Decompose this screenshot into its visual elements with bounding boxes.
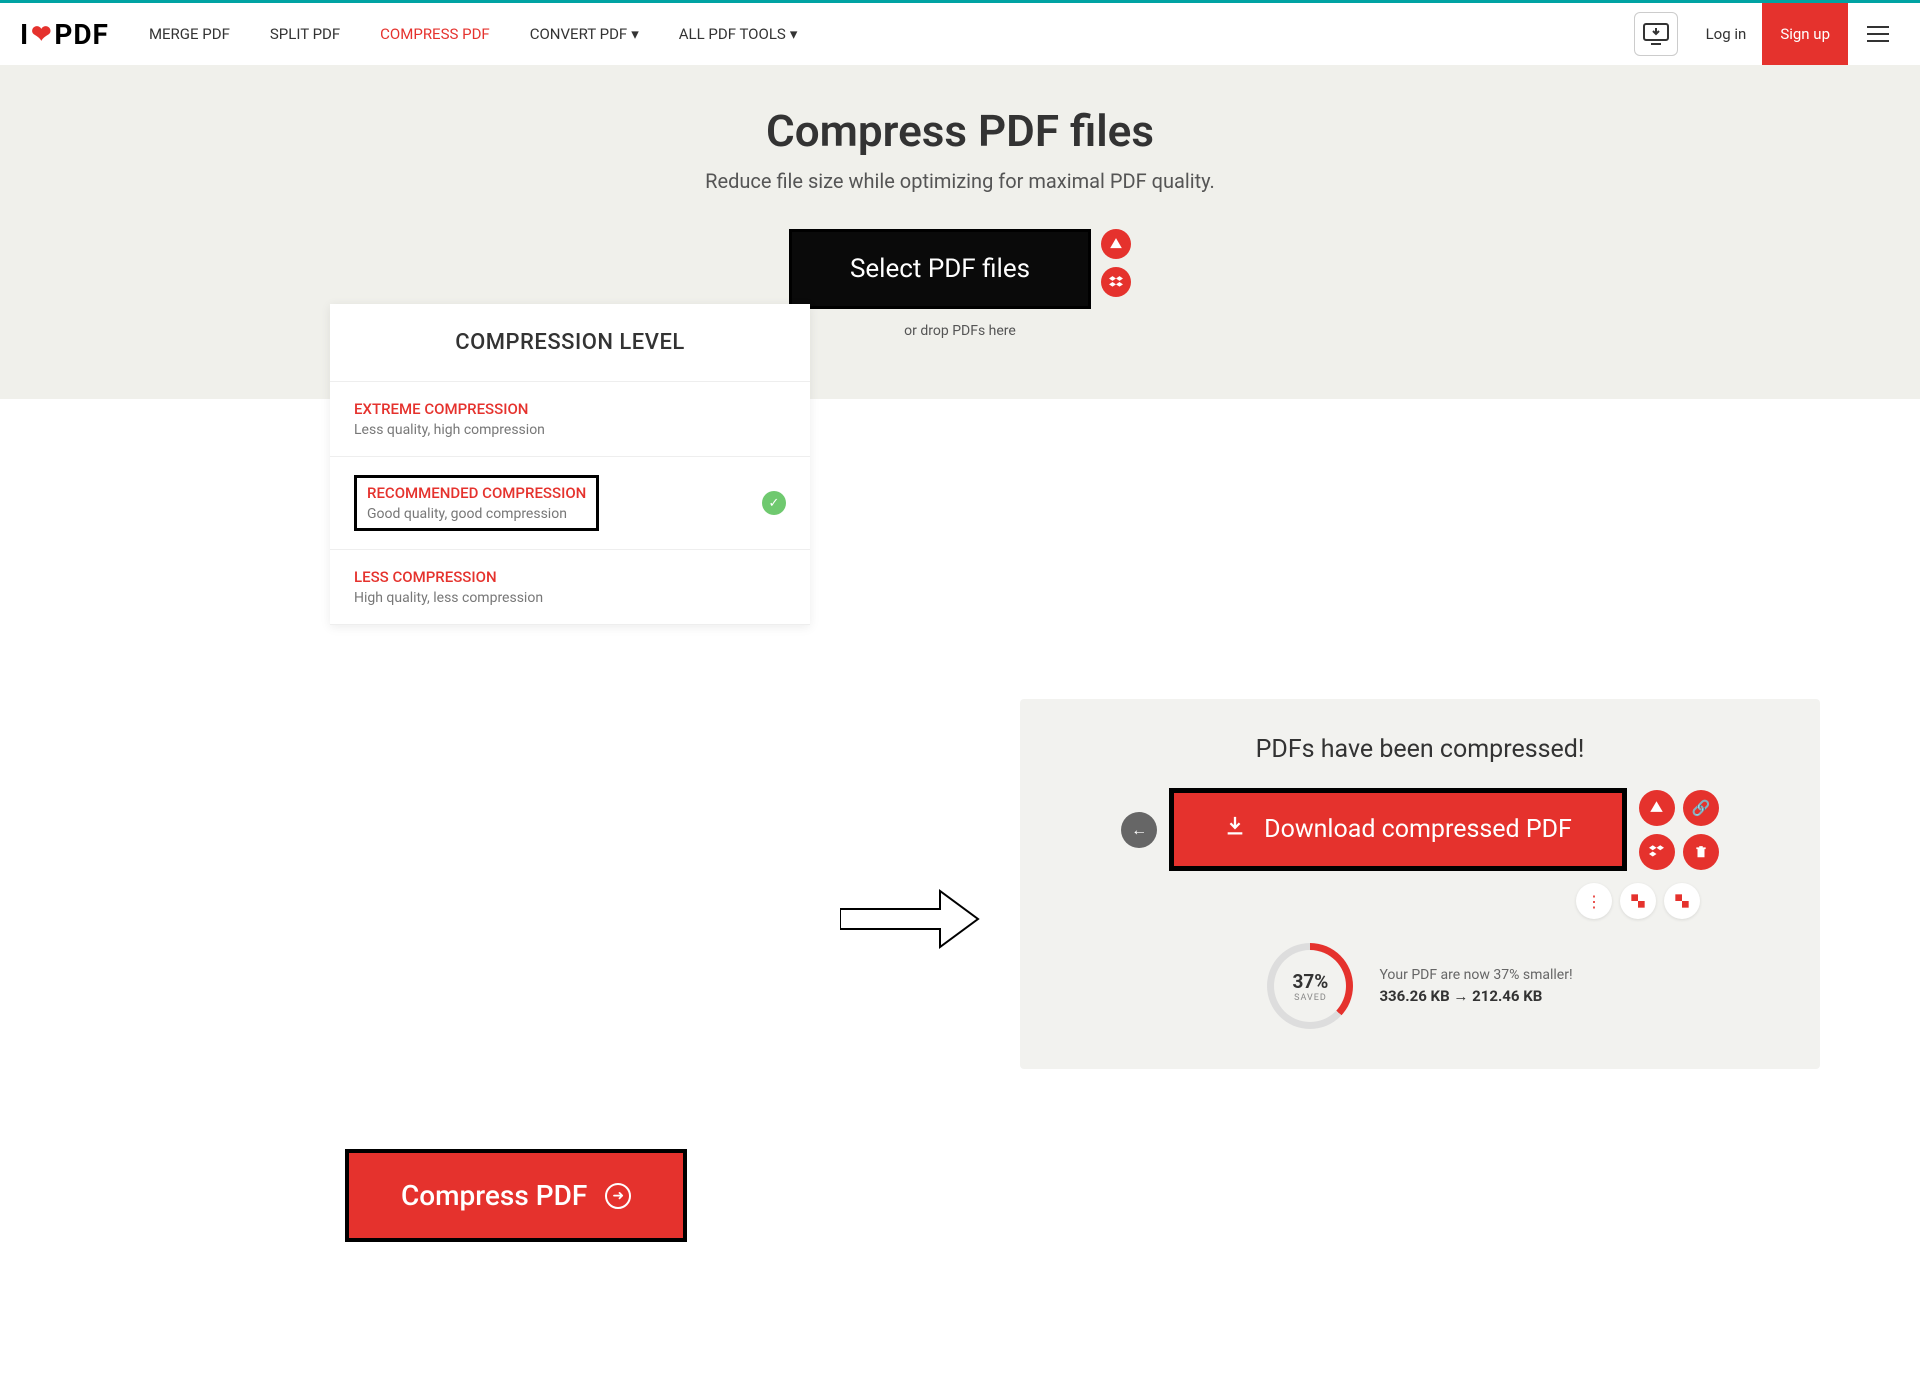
nav-convert[interactable]: CONVERT PDF ▾ — [530, 25, 639, 43]
logo-i: I — [20, 18, 29, 51]
level-less[interactable]: LESS COMPRESSION High quality, less comp… — [330, 550, 810, 625]
save-dropbox-icon[interactable] — [1639, 834, 1675, 870]
hamburger-menu-icon[interactable] — [1856, 26, 1900, 42]
select-row: Select PDF files — [789, 229, 1131, 309]
level-desc: Good quality, good compression — [367, 506, 586, 522]
save-drive-icon[interactable] — [1639, 790, 1675, 826]
cloud-source-buttons — [1101, 229, 1131, 297]
size-arrow: → — [1453, 987, 1468, 1005]
continue-merge-icon[interactable] — [1620, 883, 1656, 919]
continue-split-icon[interactable] — [1664, 883, 1700, 919]
stats-text-block: Your PDF are now 37% smaller! 336.26 KB … — [1379, 967, 1572, 1005]
hero-section: Compress PDF files Reduce file size whil… — [0, 65, 1920, 399]
main-nav: MERGE PDF SPLIT PDF COMPRESS PDF CONVERT… — [149, 25, 1634, 43]
savings-ring: 37% SAVED — [1267, 943, 1353, 1029]
logo-pdf: PDF — [54, 18, 109, 51]
nav-all-tools[interactable]: ALL PDF TOOLS ▾ — [679, 25, 798, 43]
compress-button[interactable]: Compress PDF ➜ — [345, 1149, 687, 1242]
nav-compress[interactable]: COMPRESS PDF — [380, 25, 490, 43]
result-card: PDFs have been compressed! ← Download co… — [1020, 699, 1820, 1069]
level-name: EXTREME COMPRESSION — [354, 400, 545, 418]
heart-icon: ❤ — [31, 20, 52, 48]
size-before: 336.26 KB — [1379, 987, 1449, 1005]
arrow-left-icon: ← — [1131, 820, 1147, 840]
page-subtitle: Reduce file size while optimizing for ma… — [20, 169, 1900, 193]
size-compare: 336.26 KB → 212.46 KB — [1379, 987, 1572, 1005]
compress-button-wrap: Compress PDF ➜ — [345, 1149, 687, 1242]
panel-header: COMPRESSION LEVEL — [330, 304, 810, 382]
checkmark-icon: ✓ — [762, 491, 786, 515]
signup-button[interactable]: Sign up — [1762, 3, 1848, 65]
compression-level-panel: COMPRESSION LEVEL EXTREME COMPRESSION Le… — [330, 304, 810, 625]
main-header: I ❤ PDF MERGE PDF SPLIT PDF COMPRESS PDF… — [0, 3, 1920, 65]
panel-title: COMPRESSION LEVEL — [356, 330, 784, 355]
google-drive-icon[interactable] — [1101, 229, 1131, 259]
level-recommended[interactable]: RECOMMENDED COMPRESSION Good quality, go… — [330, 457, 810, 550]
login-link[interactable]: Log in — [1690, 25, 1763, 43]
dropbox-icon[interactable] — [1101, 267, 1131, 297]
header-right: Log in Sign up — [1634, 3, 1900, 65]
nav-all-label: ALL PDF TOOLS — [679, 25, 786, 43]
nav-split[interactable]: SPLIT PDF — [270, 25, 340, 43]
size-after: 212.46 KB — [1472, 987, 1542, 1005]
savings-percent: 37% — [1293, 970, 1329, 993]
level-desc: High quality, less compression — [354, 590, 543, 606]
delete-icon[interactable] — [1683, 834, 1719, 870]
content-area: COMPRESSION LEVEL EXTREME COMPRESSION Le… — [0, 399, 1920, 1379]
download-icon — [1224, 815, 1246, 844]
back-button[interactable]: ← — [1121, 812, 1157, 848]
level-extreme[interactable]: EXTREME COMPRESSION Less quality, high c… — [330, 382, 810, 457]
secondary-actions: ⋮ — [1060, 883, 1780, 919]
compress-label: Compress PDF — [401, 1179, 587, 1212]
download-row: ← Download compressed PDF 🔗 — [1060, 788, 1780, 871]
select-pdf-button[interactable]: Select PDF files — [789, 229, 1091, 309]
logo[interactable]: I ❤ PDF — [20, 18, 109, 51]
arrow-right-icon — [840, 879, 980, 959]
nav-convert-label: CONVERT PDF — [530, 25, 628, 43]
chevron-down-icon: ▾ — [631, 25, 639, 43]
download-action-grid: 🔗 — [1639, 790, 1719, 870]
link-icon[interactable]: 🔗 — [1683, 790, 1719, 826]
download-label: Download compressed PDF — [1264, 815, 1572, 844]
result-title: PDFs have been compressed! — [1060, 735, 1780, 764]
level-name: RECOMMENDED COMPRESSION — [367, 484, 586, 502]
level-name: LESS COMPRESSION — [354, 568, 543, 586]
arrow-right-circle-icon: ➜ — [605, 1183, 631, 1209]
level-desc: Less quality, high compression — [354, 422, 545, 438]
drop-hint: or drop PDFs here — [20, 323, 1900, 339]
smaller-text: Your PDF are now 37% smaller! — [1379, 967, 1572, 983]
chevron-down-icon: ▾ — [790, 25, 798, 43]
page-title: Compress PDF files — [20, 105, 1900, 157]
nav-merge[interactable]: MERGE PDF — [149, 25, 230, 43]
desktop-download-icon[interactable] — [1634, 12, 1678, 56]
stats-row: 37% SAVED Your PDF are now 37% smaller! … — [1060, 943, 1780, 1029]
download-button[interactable]: Download compressed PDF — [1169, 788, 1627, 871]
more-options-icon[interactable]: ⋮ — [1576, 883, 1612, 919]
savings-label: SAVED — [1294, 993, 1327, 1003]
